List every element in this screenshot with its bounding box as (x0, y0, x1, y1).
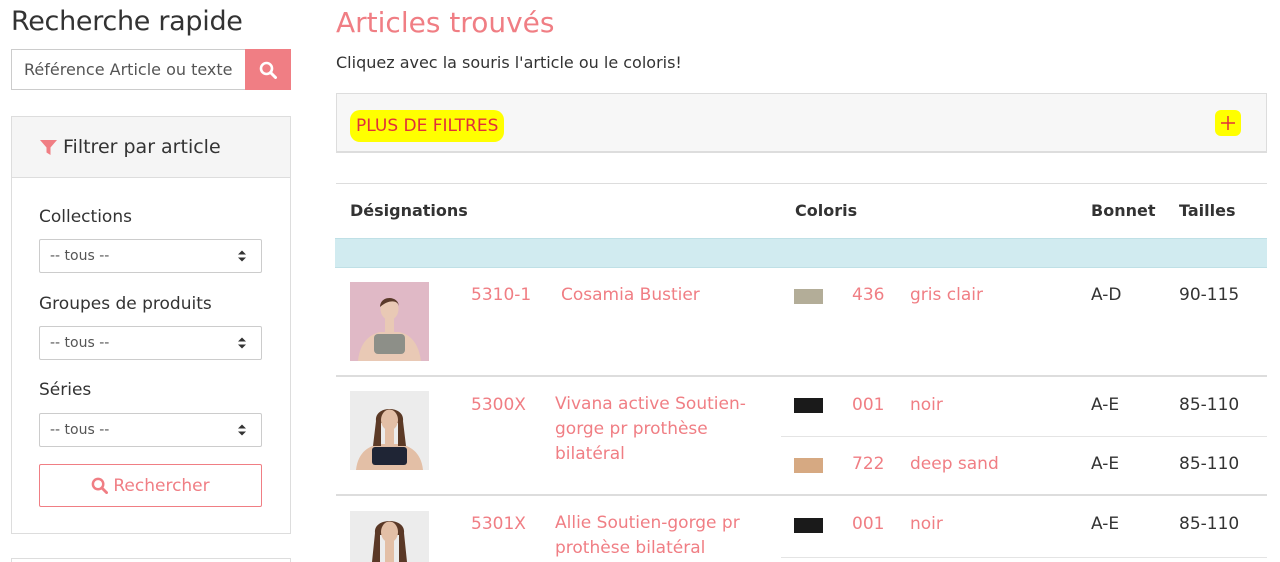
more-filters-label: PLUS DE FILTRES (350, 110, 505, 142)
sizes-value: 90-115 (1179, 285, 1240, 305)
page-subtitle: Cliquez avec la souris l'article ou le c… (336, 53, 682, 72)
filter-panel-title: Filtrer par article (63, 136, 221, 158)
color-code[interactable]: 722 (852, 454, 884, 474)
select-arrows-icon (238, 424, 246, 436)
table-top-border (336, 183, 1267, 184)
color-swatch[interactable] (794, 518, 823, 533)
product-ref[interactable]: 5301X (471, 514, 526, 534)
table-info-row (335, 238, 1267, 268)
header-sizes: Tailles (1179, 201, 1236, 220)
more-filters-toggle[interactable]: PLUS DE FILTRES (336, 93, 1267, 153)
groups-select[interactable]: -- tous -- (39, 326, 262, 360)
color-name[interactable]: deep sand (910, 454, 999, 474)
rechercher-button[interactable]: Rechercher (39, 464, 262, 507)
filter-panel: Filtrer par article Collections -- tous … (11, 116, 291, 534)
row-divider (336, 375, 1267, 377)
sidebar-title: Recherche rapide (11, 6, 243, 37)
header-designation: Désignations (350, 201, 468, 220)
color-name[interactable]: gris clair (910, 285, 983, 305)
select-arrows-icon (238, 250, 246, 262)
search-icon (259, 61, 277, 79)
series-select[interactable]: -- tous -- (39, 413, 262, 447)
product-image[interactable] (350, 391, 429, 470)
search-button[interactable] (245, 49, 291, 90)
filter-panel-header: Filtrer par article (12, 117, 290, 178)
select-arrows-icon (238, 337, 246, 349)
cup-value: A-D (1091, 285, 1122, 305)
color-code[interactable]: 436 (852, 285, 884, 305)
sizes-value: 85-110 (1179, 395, 1240, 415)
color-code[interactable]: 001 (852, 395, 884, 415)
color-swatch[interactable] (794, 458, 823, 473)
header-color: Coloris (795, 201, 858, 220)
product-ref[interactable]: 5300X (471, 395, 526, 415)
quick-search (11, 49, 291, 90)
color-swatch[interactable] (794, 289, 823, 304)
product-image[interactable] (350, 282, 429, 361)
color-swatch[interactable] (794, 398, 823, 413)
color-name[interactable]: noir (910, 395, 943, 415)
rechercher-button-label: Rechercher (113, 475, 210, 496)
product-name[interactable]: Cosamia Bustier (561, 285, 700, 305)
collections-select-value: -- tous -- (50, 248, 110, 264)
color-name[interactable]: noir (910, 514, 943, 534)
groups-select-value: -- tous -- (50, 335, 110, 351)
series-label: Séries (39, 380, 92, 400)
product-name[interactable]: Vivana active Soutien-gorge pr prothèse … (555, 392, 755, 467)
series-select-value: -- tous -- (50, 422, 110, 438)
variant-divider (781, 436, 1267, 437)
variant-divider (781, 557, 1267, 558)
collections-label: Collections (39, 207, 132, 227)
header-cup: Bonnet (1091, 201, 1156, 220)
sizes-value: 85-110 (1179, 514, 1240, 534)
product-image[interactable] (350, 511, 429, 562)
cup-value: A-E (1091, 454, 1120, 474)
cup-value: A-E (1091, 395, 1120, 415)
sizes-value: 85-110 (1179, 454, 1240, 474)
product-ref[interactable]: 5310-1 (471, 285, 531, 305)
filter-icon (40, 139, 57, 155)
row-divider (336, 494, 1267, 496)
search-input[interactable] (11, 49, 245, 90)
page-title: Articles trouvés (336, 6, 555, 39)
product-name[interactable]: Allie Soutien-gorge pr prothèse bilatéra… (555, 511, 755, 561)
next-panel (11, 558, 291, 562)
groups-label: Groupes de produits (39, 294, 212, 314)
cup-value: A-E (1091, 514, 1120, 534)
plus-icon[interactable] (1215, 110, 1241, 136)
color-code[interactable]: 001 (852, 514, 884, 534)
collections-select[interactable]: -- tous -- (39, 239, 262, 273)
search-icon (92, 477, 109, 494)
